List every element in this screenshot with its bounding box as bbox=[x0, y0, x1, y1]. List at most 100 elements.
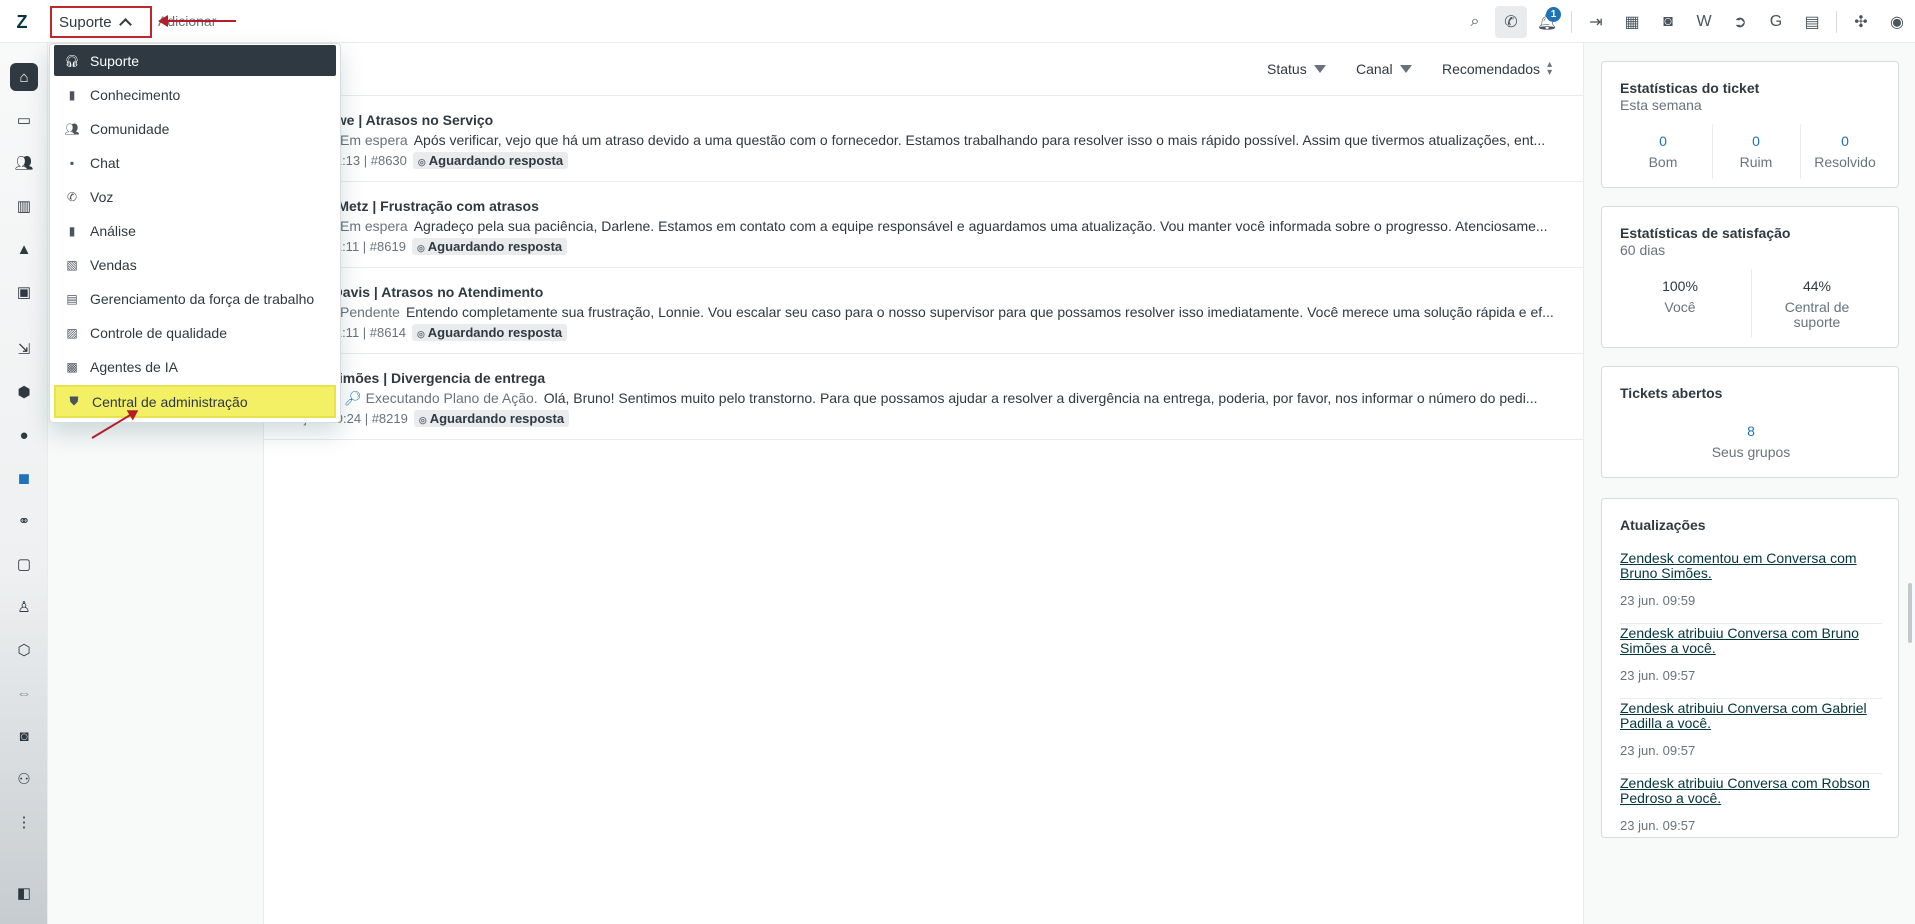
conversation-preview: Pendente Entendo completamente sua frustr… bbox=[340, 304, 1570, 320]
conversation-preview: Em espera Agradeço pela sua paciência, Da… bbox=[340, 218, 1570, 234]
menu-item-comunidade[interactable]: 👥︎ Comunidade bbox=[54, 113, 336, 144]
filters-bar: Status Canal Recomendados ▴ ▾ bbox=[264, 43, 1584, 96]
conversation-row[interactable]: rlene Metz | Frustração com atrasos Em e… bbox=[264, 182, 1584, 268]
divider bbox=[1712, 124, 1713, 179]
bell-icon[interactable]: 🔔︎ 1 bbox=[1529, 4, 1565, 40]
person-icon[interactable]: ♙ bbox=[10, 593, 38, 621]
w-app-icon[interactable]: W bbox=[1686, 4, 1722, 40]
dot-icon[interactable]: ● bbox=[10, 421, 38, 449]
tag-label: Aguardando resposta bbox=[429, 411, 565, 426]
stat-resolved[interactable]: 0 Resolvido bbox=[1802, 133, 1888, 170]
menu-item-vendas[interactable]: ▧ Vendas bbox=[54, 249, 336, 280]
filter-icon bbox=[1399, 65, 1412, 73]
product-switcher-button[interactable]: Suporte bbox=[50, 6, 152, 38]
update-item: Zendesk atribuiu Conversa com Bruno Simõe… bbox=[1620, 626, 1882, 699]
update-item: Zendesk comentou em Conversa com Bruno Si… bbox=[1620, 551, 1882, 624]
binoculars-icon[interactable]: ⚭ bbox=[10, 507, 38, 535]
update-time: 23 jun. 09:59 bbox=[1620, 593, 1696, 608]
conversation-message: Após verificar, vejo que há um atraso de… bbox=[413, 132, 1546, 148]
status-filter[interactable]: Status bbox=[1267, 61, 1326, 77]
update-link[interactable]: Zendesk comentou em Conversa com Bruno Si… bbox=[1620, 551, 1882, 581]
reporting-icon[interactable]: ▣ bbox=[10, 278, 38, 306]
menu-item-chat[interactable]: ▪ Chat bbox=[54, 147, 336, 178]
menu-item-label: Agentes de IA bbox=[90, 358, 178, 375]
menu-item-gerenciamento[interactable]: ▤ Gerenciamento da força de trabalho bbox=[54, 283, 336, 314]
updates-card: Atualizações Zendesk comentou em Convers… bbox=[1601, 498, 1899, 838]
whatsapp-app-icon[interactable]: ◙ bbox=[1650, 4, 1686, 40]
menu-item-central-administracao[interactable]: ⛊ Central de administração bbox=[54, 385, 336, 418]
conversation-meta: jun. 11:13 | #8630 ◎ Aguardando resposta bbox=[304, 152, 569, 169]
menu-item-conhecimento[interactable]: ▮ Conhecimento bbox=[54, 79, 336, 110]
search-icon[interactable]: ⌕ bbox=[1457, 4, 1493, 40]
update-text: Zendesk atribuiu Conversa com Gabriel bbox=[1620, 700, 1867, 716]
stat-label: Resolvido bbox=[1814, 154, 1876, 170]
chevron-up-icon bbox=[118, 18, 132, 31]
left-rail: ⌂ ▭ 👥︎ ▥ ▲ ▣ ⇲ ⬢ ● ◼ ⚭ ▢ ♙ ⬡ ⇔ ◙ ⚇ ⋮ ◧ bbox=[0, 43, 48, 924]
conversation-message: Entendo completamente sua frustração, Lo… bbox=[405, 304, 1554, 320]
phone-icon[interactable]: ✆ bbox=[1495, 5, 1527, 38]
app-blue-icon[interactable]: ◼ bbox=[10, 464, 38, 492]
redirect-app-icon[interactable]: ➲ bbox=[1722, 4, 1758, 40]
exit-icon[interactable]: ⇲ bbox=[10, 335, 38, 363]
home-icon[interactable]: ⌂ bbox=[10, 63, 38, 91]
zendesk-logo-icon[interactable]: Z bbox=[11, 11, 33, 33]
products-grid-icon[interactable]: ✣ bbox=[1843, 4, 1879, 40]
cube-icon[interactable]: ⬢ bbox=[10, 378, 38, 406]
conversation-row[interactable]: th Howe | Atrasos no Serviço Em espera Ap… bbox=[264, 96, 1584, 182]
sort-dropdown[interactable]: Recomendados ▴ ▾ bbox=[1442, 60, 1552, 78]
more-icon[interactable]: ⋮ bbox=[10, 808, 38, 836]
update-link[interactable]: Zendesk atribuiu Conversa com Bruno Simõe… bbox=[1620, 626, 1882, 656]
channel-filter[interactable]: Canal bbox=[1356, 61, 1412, 77]
tag-label: Aguardando resposta bbox=[427, 239, 563, 254]
status-tag: ◎ Aguardando resposta bbox=[413, 410, 570, 427]
conversations-panel: Status Canal Recomendados ▴ ▾ th Howe | A… bbox=[264, 43, 1584, 924]
filter-icon bbox=[1313, 65, 1326, 73]
menu-item-voz[interactable]: ✆ Voz bbox=[54, 181, 336, 212]
updates-scrollbar[interactable] bbox=[1908, 583, 1912, 643]
stat-label-line: suporte bbox=[1793, 314, 1841, 330]
menu-item-agentes-ia[interactable]: ▩ Agentes de IA bbox=[54, 351, 336, 382]
chat-bubble-icon[interactable]: ▢ bbox=[10, 550, 38, 578]
organizations-icon[interactable]: ▥ bbox=[10, 192, 38, 220]
stat-label-line: Central de bbox=[1784, 299, 1850, 315]
menu-item-analise[interactable]: ▮ Análise bbox=[54, 215, 336, 246]
status-filter-label: Status bbox=[1267, 61, 1307, 77]
avatar[interactable]: ◉ bbox=[1879, 4, 1915, 40]
update-item: Zendesk atribuiu Conversa com Gabriel Pad… bbox=[1620, 701, 1882, 774]
shield-icon: ⛊ bbox=[69, 394, 79, 408]
conversation-row[interactable]: uno Simões | Divergencia de entrega 🔎︎ E… bbox=[264, 354, 1584, 440]
stat-bad[interactable]: 0 Ruim bbox=[1715, 133, 1797, 170]
customers-icon[interactable]: 👥︎ bbox=[10, 149, 38, 177]
collapse-panel-icon[interactable]: ◧ bbox=[10, 879, 38, 907]
whatsapp-icon[interactable]: ◙ bbox=[10, 722, 38, 750]
stat-groups[interactable]: 8 Seus grupos bbox=[1620, 423, 1882, 460]
top-bar: Z Suporte Adicionar ⌕ ✆ 🔔︎ 1 ⇥ ▦ ◙ W ➲ G … bbox=[0, 0, 1915, 43]
calendar-app-icon[interactable]: ▤ bbox=[1794, 4, 1830, 40]
conversation-status: Em espera bbox=[340, 132, 408, 148]
box-icon[interactable]: ⬡ bbox=[10, 636, 38, 664]
divider bbox=[1571, 10, 1572, 33]
menu-item-controle-qualidade[interactable]: ▨ Controle de qualidade bbox=[54, 317, 336, 348]
shapes-icon[interactable]: ▲ bbox=[10, 235, 38, 263]
login-arrow-icon[interactable]: ⇥ bbox=[1578, 4, 1614, 40]
stat-value: 0 bbox=[1659, 133, 1667, 149]
menu-item-suporte[interactable]: 🎧︎ Suporte bbox=[54, 45, 336, 76]
grid-app-icon[interactable]: ▦ bbox=[1614, 4, 1650, 40]
menu-item-label: Comunidade bbox=[90, 120, 170, 137]
inbox-icon[interactable]: ▭ bbox=[10, 106, 38, 134]
stat-label: Ruim bbox=[1739, 154, 1773, 170]
notification-badge: 1 bbox=[1546, 6, 1561, 22]
conversation-status: 🔎︎ Executando Plano de Ação. bbox=[344, 390, 538, 406]
stat-good[interactable]: 0 Bom bbox=[1620, 133, 1706, 170]
card-subtitle: Esta semana bbox=[1620, 97, 1702, 113]
stat-value: 100% bbox=[1662, 278, 1698, 294]
update-link[interactable]: Zendesk atribuiu Conversa com Gabriel Pad… bbox=[1620, 701, 1882, 731]
update-link[interactable]: Zendesk atribuiu Conversa com Robson Pedr… bbox=[1620, 776, 1882, 806]
card-title: Estatísticas de satisfação bbox=[1620, 225, 1791, 241]
product-dropdown-menu: 🎧︎ Suporte ▮ Conhecimento 👥︎ Comunidade ▪ Ch… bbox=[49, 43, 341, 423]
conversation-row[interactable]: nnie Davis | Atrasos no Atendimento Pend… bbox=[264, 268, 1584, 354]
team-icon[interactable]: ⚇ bbox=[10, 765, 38, 793]
g-app-icon[interactable]: G bbox=[1758, 4, 1794, 40]
transfer-icon[interactable]: ⇔ bbox=[10, 679, 38, 707]
open-tickets-card: Tickets abertos 8 Seus grupos bbox=[1601, 366, 1899, 478]
